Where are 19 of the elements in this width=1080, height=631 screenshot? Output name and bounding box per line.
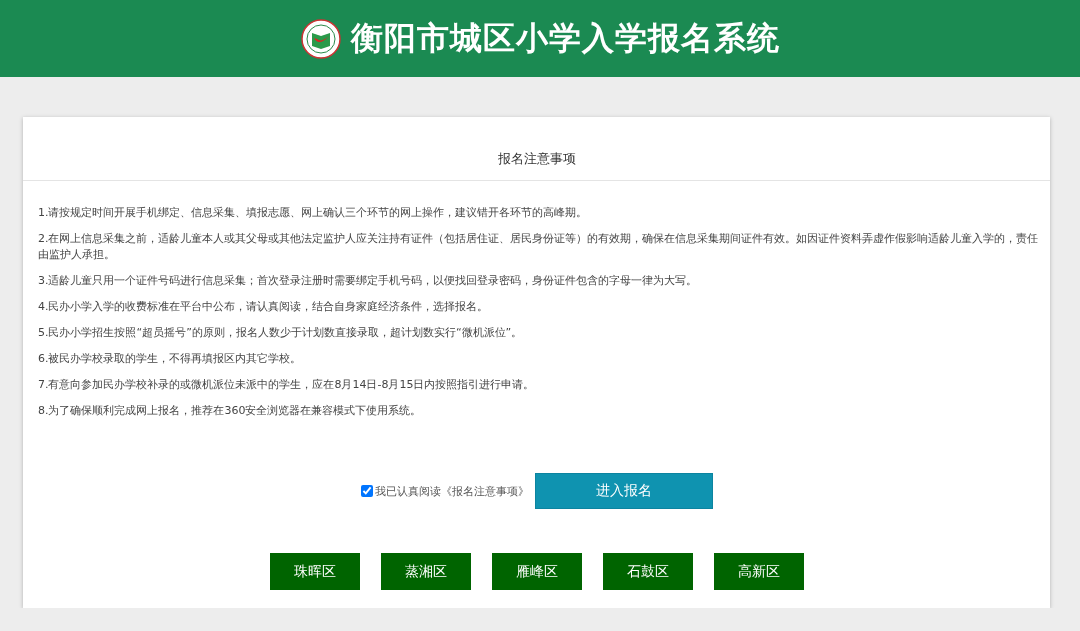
agreement-label: 我已认真阅读《报名注意事项》 — [374, 483, 529, 499]
district-button[interactable]: 石鼓区 — [602, 553, 693, 590]
site-title: 衡阳市城区小学入学报名系统 — [350, 17, 780, 59]
notice-item: 5.民办小学招生按照“超员摇号”的原则，报名人数少于计划数直接录取，超计划数实行“微机派位”。 — [38, 325, 524, 341]
notice-title: 报名注意事项 — [23, 117, 1050, 181]
district-button[interactable]: 珠晖区 — [269, 553, 360, 590]
notice-item: 4.民办小学入学的收费标准在平台中公布，请认真阅读，结合自身家庭经济条件，选择报名。 — [38, 299, 490, 315]
notice-item: 8.为了确保顺利完成网上报名，推荐在360安全浏览器在兼容模式下使用系统。 — [38, 403, 423, 419]
district-button[interactable]: 高新区 — [713, 553, 804, 590]
agreement-checkbox[interactable] — [360, 485, 373, 497]
notice-item: 2.在网上信息采集之前，适龄儿童本人或其父母或其他法定监护人应关注持有证件（包括居住证、居民身份证等）的有效期，确保在信息采集期间证件有效。如因证件资料弄虚作假影响适龄儿童入学的，责任由监护人承担。 — [38, 231, 1040, 263]
notice-item: 7.有意向参加民办学校补录的或微机派位未派中的学生，应在8月14日-8月15日内按照指引进行申请。 — [38, 377, 536, 393]
notice-item: 3.适龄儿童只用一个证件号码进行信息采集；首次登录注册时需要绑定手机号码，以便找回登录密码，身份证件包含的字母一律为大写。 — [38, 273, 699, 289]
enter-registration-button[interactable]: 进入报名 — [534, 473, 713, 509]
notice-item: 6.被民办学校录取的学生，不得再填报区内其它学校。 — [38, 351, 303, 367]
notice-item: 1.请按规定时间开展手机绑定、信息采集、填报志愿、网上确认三个环节的网上操作，建议错开各环节的高峰期。 — [38, 205, 589, 221]
school-logo-icon — [300, 18, 341, 59]
district-button[interactable]: 蒸湘区 — [380, 553, 471, 590]
district-button[interactable]: 雁峰区 — [491, 553, 582, 590]
